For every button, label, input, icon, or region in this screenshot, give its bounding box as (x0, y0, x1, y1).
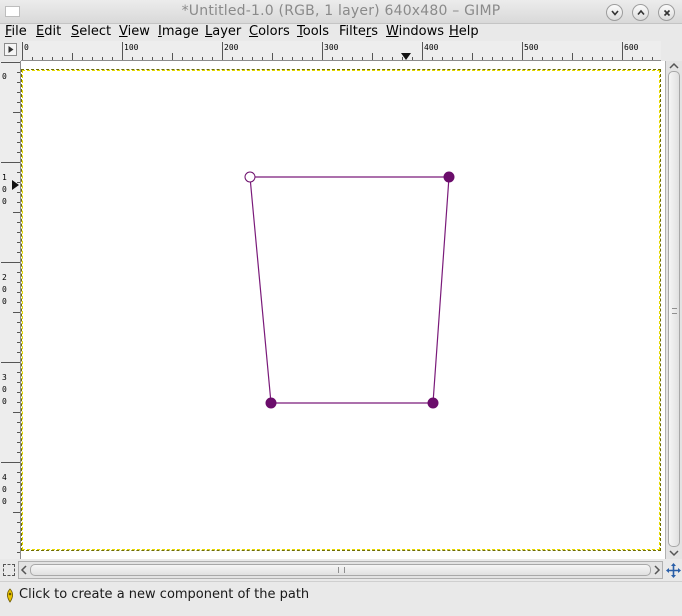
grip-icon (672, 308, 677, 314)
path-anchor[interactable] (427, 397, 439, 409)
path-tool-icon (6, 588, 14, 603)
chevron-up-icon (637, 9, 645, 16)
scroll-right-icon[interactable] (653, 565, 661, 575)
menu-help[interactable]: Help (449, 24, 479, 39)
horizontal-ruler[interactable]: 0 100 200 300 400 500 600 (21, 41, 661, 61)
status-message: Click to create a new component of the p… (19, 587, 310, 602)
path-overlay[interactable] (21, 61, 665, 559)
pointer-marker-icon (401, 53, 411, 60)
ruler-ticks (22, 42, 653, 60)
status-bar: Click to create a new component of the p… (0, 581, 682, 616)
ruler-label-100: 1 0 0 (2, 173, 7, 206)
menu-file[interactable]: File (5, 24, 27, 39)
menu-colors[interactable]: Colors (249, 24, 290, 39)
maximize-button[interactable] (632, 4, 649, 21)
menu-select[interactable]: Select (71, 24, 111, 39)
ruler-label-0: 0 (24, 43, 29, 52)
minimize-button[interactable] (606, 4, 623, 21)
menu-edit[interactable]: Edit (36, 24, 61, 39)
chevron-down-icon (611, 10, 619, 16)
window-title: *Untitled-1.0 (RGB, 1 layer) 640x480 – G… (181, 3, 501, 19)
scroll-left-icon[interactable] (20, 565, 28, 575)
menu-image[interactable]: Image (158, 24, 199, 39)
path-outline (249, 176, 450, 404)
menu-layer[interactable]: Layer (205, 24, 241, 39)
ruler-label-400: 4 0 0 (2, 473, 7, 506)
ruler-label-500: 500 (524, 43, 539, 52)
ruler-label-600: 600 (624, 43, 639, 52)
navigate-button[interactable] (665, 561, 682, 579)
image-menu-button[interactable] (4, 43, 17, 56)
vertical-ruler[interactable]: 0 1 0 0 2 0 0 3 0 0 4 0 0 (0, 61, 21, 559)
horizontal-scrollbar[interactable] (18, 561, 663, 579)
ruler-label-200: 200 (224, 43, 239, 52)
menu-windows[interactable]: Windows (386, 24, 444, 39)
quick-mask-toggle[interactable] (3, 564, 15, 576)
vertical-scrollbar[interactable] (665, 61, 682, 559)
horizontal-scroll-thumb[interactable] (30, 564, 651, 576)
ruler-label-200: 2 0 0 (2, 273, 7, 306)
ruler-label-400: 400 (424, 43, 439, 52)
bottom-bar (0, 559, 682, 581)
menu-filters[interactable]: Filters (339, 24, 378, 39)
menu-bar: File Edit Select View Image Layer Colors… (0, 24, 682, 41)
close-button[interactable] (658, 4, 675, 21)
grip-icon (338, 567, 345, 573)
path-anchor[interactable] (265, 397, 277, 409)
pointer-marker-icon (12, 180, 19, 190)
triangle-right-icon (8, 46, 14, 53)
menu-tools[interactable]: Tools (297, 24, 329, 39)
ruler-label-300: 300 (324, 43, 339, 52)
path-anchor[interactable] (443, 171, 455, 183)
title-bar: *Untitled-1.0 (RGB, 1 layer) 640x480 – G… (0, 0, 682, 24)
ruler-label-0: 0 (2, 72, 7, 81)
scroll-down-icon[interactable] (669, 549, 679, 557)
scroll-up-icon[interactable] (669, 62, 679, 70)
menu-view[interactable]: View (119, 24, 150, 39)
image-canvas[interactable] (21, 61, 665, 559)
move-arrows-icon (666, 563, 681, 578)
close-icon (663, 9, 671, 17)
ruler-label-300: 3 0 0 (2, 373, 7, 406)
ruler-label-100: 100 (124, 43, 139, 52)
path-anchor[interactable] (244, 171, 256, 183)
vertical-scroll-thumb[interactable] (668, 71, 680, 547)
